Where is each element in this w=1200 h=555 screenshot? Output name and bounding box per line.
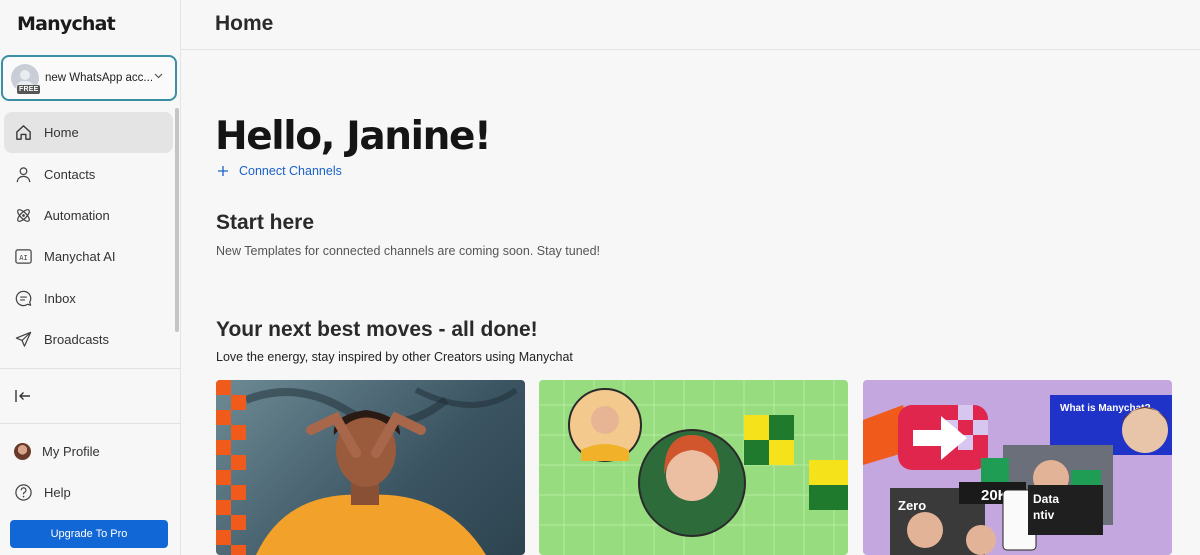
sidebar-item-automation[interactable]: Automation — [0, 195, 175, 236]
video-illustration: What is Manychat? Zero 20K Data ntiv — [863, 395, 1172, 555]
creator-photo-card[interactable] — [216, 380, 525, 555]
sidebar-scrollbar[interactable] — [175, 108, 179, 332]
user-icon — [16, 166, 31, 182]
card-text-zero: Zero — [898, 498, 926, 513]
sidebar-item-label: Help — [44, 485, 71, 501]
manychat-logo[interactable]: Manychat — [17, 13, 116, 35]
account-name: new WhatsApp acc... — [45, 72, 154, 84]
send-icon — [15, 331, 32, 347]
upgrade-button[interactable]: Upgrade To Pro — [10, 520, 168, 548]
connect-channels-label: Connect Channels — [239, 164, 342, 178]
start-here-heading: Start here — [216, 211, 315, 234]
sidebar-item-inbox[interactable]: Inbox — [0, 278, 175, 319]
next-moves-subtitle: Love the energy, stay inspired by other … — [216, 350, 573, 364]
sidebar-item-home[interactable]: Home — [4, 112, 173, 154]
sidebar-item-my-profile[interactable]: My Profile — [0, 431, 175, 472]
plus-icon — [218, 166, 228, 176]
page-title: Home — [215, 12, 274, 35]
card-text-data: Data — [1033, 492, 1059, 506]
sidebar-item-label: Automation — [44, 207, 110, 223]
video-card[interactable]: What is Manychat? Zero 20K Data ntiv — [863, 380, 1172, 555]
top-bar: Home — [181, 0, 1200, 50]
sidebar-item-label: Home — [44, 125, 79, 141]
chevron-down-icon — [154, 73, 163, 79]
next-moves-heading: Your next best moves - all done! — [216, 318, 538, 341]
chat-icon — [15, 290, 32, 306]
card-text-ntiv: ntiv — [1033, 508, 1055, 522]
home-icon — [16, 125, 31, 141]
sidebar-item-label: Manychat AI — [44, 249, 116, 265]
templates-illustration — [539, 380, 848, 555]
ai-icon: AI — [15, 249, 32, 265]
sidebar-item-label: Inbox — [44, 290, 76, 306]
account-avatar-icon: FREE — [11, 64, 41, 94]
connect-channels-link[interactable]: Connect Channels — [217, 164, 342, 178]
sidebar: Manychat FREE new WhatsApp acc... Home C… — [0, 0, 181, 555]
account-switcher[interactable]: FREE new WhatsApp acc... — [1, 55, 177, 101]
sidebar-item-broadcasts[interactable]: Broadcasts — [0, 319, 175, 360]
help-icon — [15, 484, 32, 501]
sidebar-divider — [0, 368, 181, 369]
sidebar-item-manychat-ai[interactable]: AI Manychat AI — [0, 236, 175, 277]
sidebar-nav: Home Contacts Automation AI Manychat AI … — [0, 112, 175, 360]
templates-card[interactable] — [539, 380, 848, 555]
greeting-heading: Hello, Janine! — [215, 114, 492, 159]
collapse-sidebar-icon[interactable] — [14, 388, 32, 404]
sidebar-item-label: Contacts — [44, 166, 96, 182]
automation-icon — [17, 209, 30, 222]
app: Manychat FREE new WhatsApp acc... Home C… — [0, 0, 1200, 555]
sidebar-divider — [0, 423, 181, 424]
plan-badge: FREE — [17, 85, 41, 94]
creator-photo-illustration — [216, 380, 518, 555]
sidebar-item-label: Broadcasts — [44, 332, 110, 348]
sidebar-item-help[interactable]: Help — [0, 472, 175, 513]
avatar — [14, 443, 31, 461]
start-here-subtitle: New Templates for connected channels are… — [216, 244, 601, 258]
sidebar-item-label: My Profile — [42, 444, 100, 460]
svg-text:AI: AI — [19, 253, 28, 262]
sidebar-item-contacts[interactable]: Contacts — [0, 153, 175, 194]
